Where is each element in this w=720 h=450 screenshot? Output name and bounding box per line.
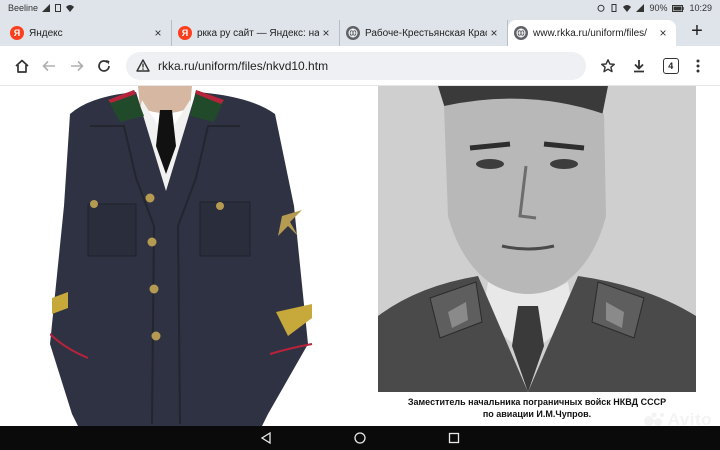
- tab-yandex-search[interactable]: Я ркка ру сайт — Яндекс: на ×: [172, 20, 340, 46]
- address-bar[interactable]: rkka.ru/uniform/files/nkvd10.htm: [126, 51, 586, 80]
- cellular-icon: [636, 4, 645, 12]
- wifi-icon: [66, 5, 75, 12]
- download-icon: [634, 59, 645, 72]
- tab-rkka-uniform[interactable]: www.rkka.ru/uniform/files/ ×: [508, 20, 676, 46]
- page-content: Заместитель начальника пограничных войск…: [0, 86, 720, 426]
- tab-title: Яндекс: [29, 27, 63, 39]
- reload-icon: [98, 59, 111, 72]
- circle-home-icon: [354, 432, 366, 444]
- close-tab-button[interactable]: ×: [319, 26, 333, 40]
- tab-title: ркка ру сайт — Яндекс: на: [197, 27, 319, 39]
- reload-button[interactable]: [91, 51, 119, 81]
- bookmark-button[interactable]: [594, 51, 622, 81]
- battery-percent: 90%: [649, 3, 668, 13]
- phone-screen: Beeline 90% 10:29 Я Яндекс × Я ркка ру с…: [0, 0, 720, 450]
- globe-icon: [346, 26, 360, 40]
- nav-recents-button[interactable]: [447, 431, 461, 445]
- tab-title: Рабоче-Крестьянская Крас: [365, 27, 487, 39]
- yandex-icon: Я: [10, 26, 24, 40]
- arrow-left-icon: [42, 60, 56, 71]
- forward-button[interactable]: [63, 51, 91, 81]
- home-icon: [15, 59, 29, 73]
- url-text[interactable]: rkka.ru/uniform/files/nkvd10.htm: [158, 59, 576, 73]
- close-tab-button[interactable]: ×: [487, 26, 501, 40]
- nav-home-button[interactable]: [353, 431, 367, 445]
- triangle-back-icon: [260, 432, 271, 444]
- back-button[interactable]: [36, 51, 64, 81]
- tab-strip: Я Яндекс × Я ркка ру сайт — Яндекс: на ×…: [0, 16, 720, 46]
- tab-rkka-home[interactable]: Рабоче-Крестьянская Крас ×: [340, 20, 508, 46]
- close-tab-button[interactable]: ×: [151, 26, 165, 40]
- tab-count: 4: [662, 57, 679, 74]
- tab-yandex[interactable]: Я Яндекс ×: [4, 20, 172, 46]
- home-button[interactable]: [8, 51, 36, 81]
- system-nav-bar: [0, 426, 720, 450]
- star-icon: [600, 58, 615, 72]
- new-tab-button[interactable]: +: [686, 20, 708, 42]
- carrier-label: Beeline: [8, 3, 39, 13]
- signal-icon: [42, 4, 51, 12]
- caption-line-1: Заместитель начальника пограничных войск…: [407, 397, 667, 407]
- tab-switcher-button[interactable]: 4: [657, 51, 685, 81]
- alarm-icon: [597, 4, 605, 12]
- battery-icon: [672, 4, 685, 12]
- clock: 10:29: [689, 3, 712, 13]
- menu-button[interactable]: [685, 51, 713, 81]
- portrait-image: [378, 86, 696, 392]
- sim-icon: [55, 4, 62, 12]
- arrow-right-icon: [70, 60, 84, 71]
- nav-back-button[interactable]: [259, 431, 273, 445]
- globe-icon: [514, 26, 528, 40]
- more-vert-icon: [696, 59, 700, 72]
- square-recents-icon: [448, 432, 460, 444]
- browser-toolbar: rkka.ru/uniform/files/nkvd10.htm 4: [0, 46, 720, 86]
- status-bar: Beeline 90% 10:29: [0, 0, 720, 16]
- vibrate-icon: [611, 4, 617, 12]
- uniform-jacket-image: [50, 86, 313, 426]
- warning-icon[interactable]: [136, 59, 150, 72]
- yandex-icon: Я: [178, 26, 192, 40]
- close-tab-button[interactable]: ×: [656, 26, 670, 40]
- download-button[interactable]: [626, 51, 654, 81]
- wifi-status-icon: [623, 5, 632, 12]
- tab-title: www.rkka.ru/uniform/files/: [533, 27, 647, 39]
